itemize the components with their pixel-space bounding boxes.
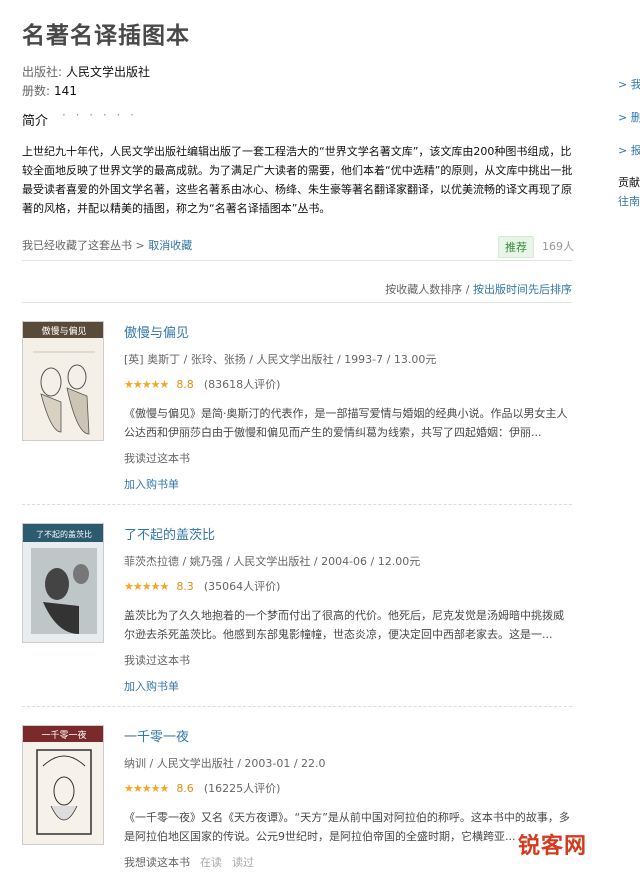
book-rating: ★★★★★ 8.8 (83618人评价) [124,376,572,392]
count-label: 册数: [22,84,51,98]
rating-score: 8.3 [176,579,194,593]
rating-score: 8.6 [176,781,194,795]
sort-options: 按收藏人数排序 / 按出版时间先后排序 [385,281,572,297]
book-title-link[interactable]: 了不起的盖茨比 [124,524,572,543]
rating-count: (83618人评价) [203,378,281,391]
sort-separator: / [465,283,470,296]
read-option[interactable]: 读过 [232,856,254,869]
divider [22,706,572,707]
rating-count: (35064人评价) [203,580,281,593]
sidebar-link[interactable]: > 我 [618,76,640,92]
book-title-link[interactable]: 一千零一夜 [124,726,572,745]
divider [22,260,572,261]
book-rating: ★★★★★ 8.3 (35064人评价) [124,578,572,594]
divider [22,504,572,505]
book-info: 了不起的盖茨比 菲茨杰拉德 / 姚乃强 / 人民文学出版社 / 2004-06 … [124,523,572,694]
sidebar-text: 贡献 [618,176,640,189]
book-title-link[interactable]: 傲慢与偏见 [124,322,572,341]
book-cover[interactable]: 傲慢与偏见 [22,321,104,441]
read-status[interactable]: 我读过这本书 [124,450,572,466]
book-cover[interactable]: 了不起的盖茨比 [22,523,104,643]
rating-stars-icon: ★★★★★ [124,781,169,795]
rating-stars-icon: ★★★★★ [124,579,169,593]
recommend-count: 169人 [542,240,574,253]
watermark-logo: 锐客网 [518,834,588,859]
intro-heading: 简介 [22,114,49,129]
book-pub-info: 菲茨杰拉德 / 姚乃强 / 人民文学出版社 / 2004-06 / 12.00元 [124,555,421,568]
book-info: 一千零一夜 纳训 / 人民文学出版社 / 2003-01 / 22.0 ★★★★… [124,725,572,870]
book-description: 盖茨比为了久久地抱着的一个梦而付出了很高的代价。他死后，尼克发觉是汤姆暗中挑拨威… [124,609,564,641]
add-to-cart-link[interactable]: 加入购书单 [124,678,572,694]
recommend-button[interactable]: 推荐 [498,236,534,258]
cover-illustration: 傲慢与偏见 [23,322,103,440]
collect-text: 我已经收藏了这套丛书 > [22,239,145,252]
collect-status: 我已经收藏了这套丛书 > 取消收藏 [22,237,192,253]
publisher-label: 出版社: [22,65,63,79]
sidebar-link[interactable]: > 报 [618,142,640,158]
book-description: 《一千零一夜》又名《天方夜谭》。“天方”是从前中国对阿拉伯的称呼。这本书中的故事… [124,811,570,843]
book-cover[interactable]: 一千零一夜 [22,725,104,845]
divider [22,302,572,303]
count-value: 141 [54,84,77,98]
rating-stars-icon: ★★★★★ [124,377,169,391]
sort-by-collect[interactable]: 按收藏人数排序 [385,283,462,296]
page-title: 名著名译插图本 [22,23,190,49]
cover-illustration: 了不起的盖茨比 [23,524,103,642]
cancel-collect-link[interactable]: 取消收藏 [148,239,192,252]
cover-title: 傲慢与偏见 [41,325,86,337]
sidebar-link[interactable]: > 删 [618,109,640,125]
rating-score: 8.8 [176,377,194,391]
read-status-row: 我想读这本书 在读 读过 [124,854,572,870]
book-pub-info: 纳训 / 人民文学出版社 / 2003-01 / 22.0 [124,757,326,770]
cover-illustration: 一千零一夜 [23,726,103,844]
cover-title: 一千零一夜 [41,729,86,741]
book-info: 傲慢与偏见 [英] 奥斯丁 / 张玲、张扬 / 人民文学出版社 / 1993-7… [124,321,572,492]
rating-count: (16225人评价) [203,782,281,795]
publisher-value: 人民文学出版社 [66,65,151,79]
book-rating: ★★★★★ 8.6 (16225人评价) [124,780,572,796]
book-pub-info: [英] 奥斯丁 / 张玲、张扬 / 人民文学出版社 / 1993-7 / 13.… [124,353,437,366]
publisher-row: 出版社: 人民文学出版社 [22,63,150,80]
want-read-option[interactable]: 我想读这本书 [124,856,190,869]
sort-by-time[interactable]: 按出版时间先后排序 [473,283,572,296]
sidebar-link[interactable]: 往南 [618,193,640,209]
intro-dots: · · · · · · [62,108,137,122]
cover-title: 了不起的盖茨比 [36,529,92,539]
series-description: 上世纪九十年代，人民文学出版社编辑出版了一套工程浩大的“世界文学名著文库”，该文… [22,145,573,215]
read-status[interactable]: 我读过这本书 [124,652,572,668]
reading-option[interactable]: 在读 [200,856,222,869]
book-description: 《傲慢与偏见》是简·奥斯汀的代表作，是一部描写爱情与婚姻的经典小说。作品以男女主… [124,407,568,439]
add-to-cart-link[interactable]: 加入购书单 [124,476,572,492]
count-row: 册数: 141 [22,82,77,99]
